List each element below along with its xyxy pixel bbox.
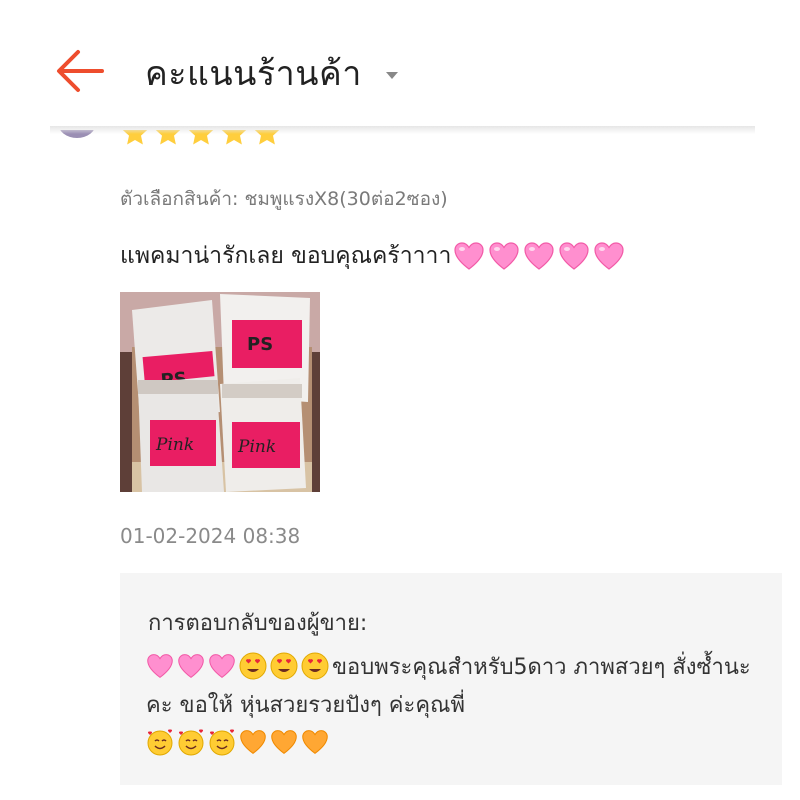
review-timestamp: 01-02-2024 08:38 <box>120 524 301 548</box>
comment-emojis <box>453 241 628 271</box>
pink-heart-icon <box>178 654 204 679</box>
header-divider <box>50 126 755 134</box>
heart-eyes-icon <box>239 652 267 680</box>
pink-label-2: Pink <box>237 437 276 457</box>
caret-down-icon <box>385 71 398 79</box>
heart-eyes-icon <box>301 652 329 680</box>
orange-heart-icon <box>302 730 328 755</box>
review-photo[interactable]: PS PS Pink Pink <box>120 292 320 492</box>
seller-reply-label: การตอบกลับของผู้ขาย: <box>148 611 368 636</box>
smiling-face-with-hearts-icon <box>147 729 173 756</box>
arrow-left-icon <box>57 50 104 92</box>
pink-label: Pink <box>155 435 194 455</box>
pink-heart-icon <box>209 654 235 679</box>
pink-heart-icon <box>454 242 484 270</box>
orange-heart-icon <box>240 730 266 755</box>
pink-heart-icon <box>524 242 554 270</box>
product-photo-image: PS PS Pink Pink <box>120 292 320 492</box>
orange-heart-icon <box>271 730 297 755</box>
pink-heart-icon <box>147 654 173 679</box>
page-title-dropdown[interactable]: คะแนนร้านค้า <box>145 46 398 100</box>
back-button[interactable] <box>52 46 108 96</box>
heart-eyes-icon <box>270 652 298 680</box>
ps-label-2: PS <box>247 334 273 355</box>
top-app-bar: คะแนนร้านค้า <box>0 0 800 130</box>
pink-heart-icon <box>559 242 589 270</box>
product-variation: ตัวเลือกสินค้า: ชมพูแรงX8(30ต่อ2ซอง) <box>120 188 448 210</box>
seller-reply: การตอบกลับของผู้ขาย: ขอบพระคุณสำหรับ5ดาว… <box>120 573 782 785</box>
review-comment: แพคมาน่ารักเลย ขอบคุณคร้าาาา <box>120 238 628 274</box>
seller-reply-body: ขอบพระคุณสำหรับ5ดาว ภาพสวยๆ สั่งซ้ำนะคะ … <box>146 649 756 763</box>
pink-heart-icon <box>594 242 624 270</box>
smiling-face-with-hearts-icon <box>178 729 204 756</box>
pink-heart-icon <box>489 242 519 270</box>
smiling-face-with-hearts-icon <box>209 729 235 756</box>
page-title: คะแนนร้านค้า <box>145 54 362 94</box>
review-comment-text: แพคมาน่ารักเลย ขอบคุณคร้าาาา <box>120 243 452 269</box>
seller-reply-text: ขอบพระคุณสำหรับ5ดาว ภาพสวยๆ สั่งซ้ำนะคะ … <box>146 655 751 718</box>
